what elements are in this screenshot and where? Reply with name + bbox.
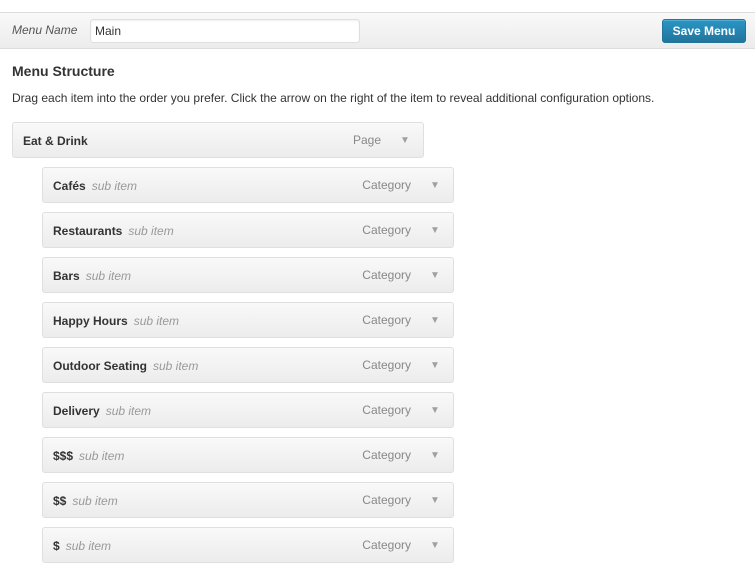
menu-item-label: Happy Hours: [53, 314, 128, 328]
menu-item-title: Happy Hours sub item: [53, 314, 179, 328]
section-title: Menu Structure: [12, 63, 115, 79]
arrow-down-icon[interactable]: ▼: [425, 403, 445, 419]
menu-item-subtype: sub item: [85, 269, 132, 283]
arrow-down-icon[interactable]: ▼: [425, 268, 445, 284]
menu-item-title: Outdoor Seating sub item: [53, 359, 198, 373]
menu-item-label: $$$: [53, 449, 74, 463]
menu-name-label: Menu Name: [12, 23, 78, 37]
menu-item-title: Delivery sub item: [53, 404, 151, 418]
save-menu-button[interactable]: Save Menu: [662, 19, 746, 43]
menu-item-type: Category: [362, 538, 411, 552]
menu-item-title: $ sub item: [53, 539, 111, 553]
menu-item-delivery[interactable]: Delivery sub item Category ▼: [42, 392, 454, 428]
menu-item-type: Category: [362, 223, 411, 237]
arrow-down-icon[interactable]: ▼: [395, 133, 415, 149]
menu-item-price-low[interactable]: $ sub item Category ▼: [42, 527, 454, 563]
menu-item-label: Delivery: [53, 404, 100, 418]
arrow-down-icon[interactable]: ▼: [425, 493, 445, 509]
menu-item-title: Eat & Drink: [23, 134, 88, 148]
menu-item-type: Category: [362, 268, 411, 282]
arrow-down-icon[interactable]: ▼: [425, 223, 445, 239]
menu-item-bars[interactable]: Bars sub item Category ▼: [42, 257, 454, 293]
menu-item-label: Outdoor Seating: [53, 359, 147, 373]
menu-item-label: Restaurants: [53, 224, 123, 238]
menu-item-title: $$ sub item: [53, 494, 118, 508]
menu-item-title: Restaurants sub item: [53, 224, 174, 238]
menu-item-subtype: sub item: [91, 179, 138, 193]
arrow-down-icon[interactable]: ▼: [425, 358, 445, 374]
menu-item-type: Category: [362, 403, 411, 417]
menu-item-type: Category: [362, 448, 411, 462]
menu-item-subtype: sub item: [72, 494, 118, 508]
menu-item-cafes[interactable]: Cafés sub item Category ▼: [42, 167, 454, 203]
menu-item-subtype: sub item: [65, 539, 112, 553]
menu-editor: Menu Name Save Menu Menu Structure Drag …: [0, 0, 755, 569]
instructions-text: Drag each item into the order you prefer…: [12, 91, 655, 105]
menu-item-subtype: sub item: [105, 404, 152, 418]
menu-item-type: Category: [362, 493, 411, 507]
menu-item-price-high[interactable]: $$$ sub item Category ▼: [42, 437, 454, 473]
menu-item-subtype: sub item: [128, 224, 174, 238]
arrow-down-icon[interactable]: ▼: [425, 178, 445, 194]
arrow-down-icon[interactable]: ▼: [425, 538, 445, 554]
menu-item-label: $: [53, 539, 60, 553]
menu-item-type: Category: [362, 313, 411, 327]
menu-item-price-mid[interactable]: $$ sub item Category ▼: [42, 482, 454, 518]
menu-item-title: $$$ sub item: [53, 449, 124, 463]
menu-item-label: Bars: [53, 269, 80, 283]
menu-item-restaurants[interactable]: Restaurants sub item Category ▼: [42, 212, 454, 248]
menu-name-input[interactable]: [90, 19, 360, 43]
menu-item-subtype: sub item: [133, 314, 180, 328]
menu-item-type: Category: [362, 358, 411, 372]
menu-header-bar: Menu Name Save Menu: [0, 12, 755, 49]
menu-item-title: Cafés sub item: [53, 179, 137, 193]
arrow-down-icon[interactable]: ▼: [425, 313, 445, 329]
arrow-down-icon[interactable]: ▼: [425, 448, 445, 464]
menu-item-subtype: sub item: [79, 449, 125, 463]
menu-item-subtype: sub item: [153, 359, 199, 373]
menu-item-happy-hours[interactable]: Happy Hours sub item Category ▼: [42, 302, 454, 338]
menu-item-type: Page: [352, 133, 381, 147]
menu-item-outdoor-seating[interactable]: Outdoor Seating sub item Category ▼: [42, 347, 454, 383]
menu-item-label: $$: [53, 494, 67, 508]
menu-item-eat-drink[interactable]: Eat & Drink Page ▼: [12, 122, 424, 158]
menu-item-label: Cafés: [53, 179, 86, 193]
menu-item-type: Category: [362, 178, 411, 192]
menu-item-title: Bars sub item: [53, 269, 131, 283]
